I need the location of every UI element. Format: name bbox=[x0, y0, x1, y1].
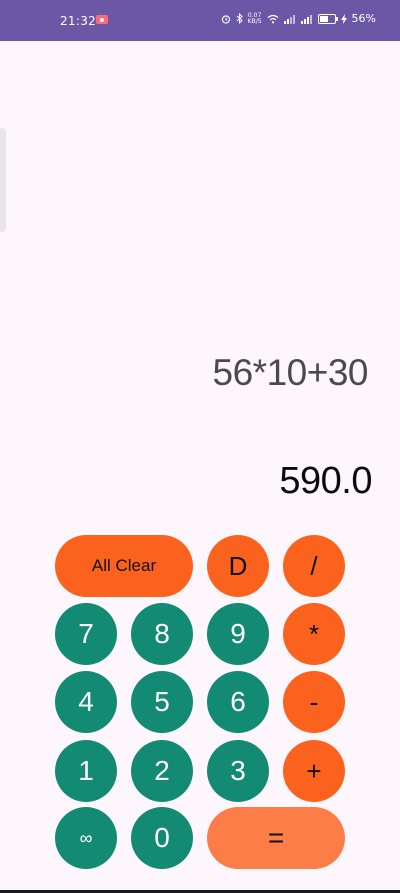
battery-percent: 56% bbox=[351, 12, 376, 25]
delete-button[interactable]: D bbox=[207, 535, 269, 597]
screen-record-icon bbox=[96, 15, 108, 24]
divide-button[interactable]: / bbox=[283, 535, 345, 597]
five-button[interactable]: 5 bbox=[131, 671, 193, 733]
three-button[interactable]: 3 bbox=[207, 740, 269, 802]
signal-icon bbox=[283, 14, 296, 24]
all-clear-button[interactable]: All Clear bbox=[55, 535, 193, 597]
status-bar: 21:32 0.07 KB/S 56% bbox=[0, 0, 400, 41]
expression-display: 56*10+30 bbox=[212, 352, 369, 393]
multiply-button[interactable]: * bbox=[283, 603, 345, 665]
calculator-screen: 21:32 0.07 KB/S 56% 56*10+30 590.0 All C… bbox=[0, 0, 400, 893]
two-button[interactable]: 2 bbox=[131, 740, 193, 802]
zero-button[interactable]: 0 bbox=[131, 807, 193, 869]
alarm-icon bbox=[221, 14, 231, 24]
wifi-icon bbox=[267, 14, 279, 24]
signal-icon-2 bbox=[300, 14, 313, 24]
equals-button[interactable]: = bbox=[207, 807, 345, 869]
result-display: 590.0 bbox=[279, 460, 372, 502]
plus-button[interactable]: + bbox=[283, 740, 345, 802]
bluetooth-icon bbox=[236, 13, 243, 24]
edge-panel-handle[interactable] bbox=[0, 128, 6, 232]
status-time: 21:32 bbox=[60, 14, 97, 28]
net-speed-unit: KB/S bbox=[247, 17, 262, 25]
battery-icon bbox=[317, 13, 338, 24]
one-button[interactable]: 1 bbox=[55, 740, 117, 802]
charging-icon bbox=[340, 13, 347, 24]
eight-button[interactable]: 8 bbox=[131, 603, 193, 665]
net-speed: 0.07 KB/S bbox=[247, 12, 262, 25]
minus-button[interactable]: - bbox=[283, 671, 345, 733]
four-button[interactable]: 4 bbox=[55, 671, 117, 733]
six-button[interactable]: 6 bbox=[207, 671, 269, 733]
status-icons: 0.07 KB/S 56% bbox=[221, 12, 376, 25]
seven-button[interactable]: 7 bbox=[55, 603, 117, 665]
nine-button[interactable]: 9 bbox=[207, 603, 269, 665]
infinity-button[interactable]: ∞ bbox=[55, 807, 117, 869]
